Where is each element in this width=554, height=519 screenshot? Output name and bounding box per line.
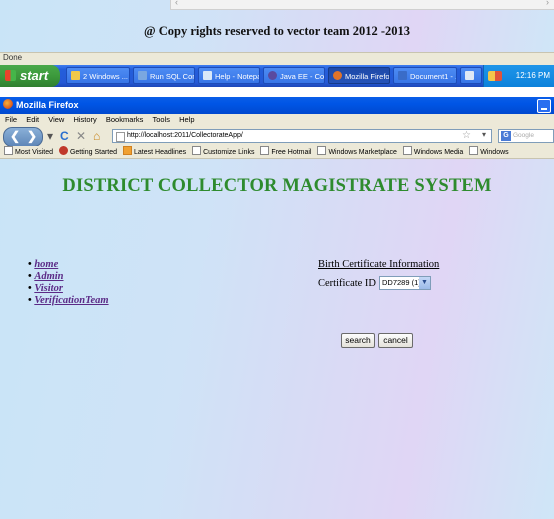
scroll-right-icon[interactable]: ›	[546, 0, 549, 7]
firefox-icon	[3, 99, 13, 109]
certificate-id-value: DD7289 (1)	[382, 278, 421, 287]
rss-icon	[123, 146, 132, 155]
nav-item-visitor: Visitor	[28, 283, 109, 295]
nav-link-admin[interactable]: Admin	[34, 271, 63, 282]
page-icon	[116, 132, 125, 142]
system-tray: 12:16 PM	[483, 65, 554, 87]
back-forward-buttons: ❮ ❯	[3, 127, 43, 147]
bookmark-free-hotmail[interactable]: Free Hotmail	[260, 146, 312, 156]
start-button[interactable]: start	[0, 65, 60, 87]
menu-edit[interactable]: Edit	[26, 115, 39, 124]
start-label: start	[20, 68, 49, 83]
certificate-id-label: Certificate ID :	[318, 278, 382, 289]
reload-icon[interactable]: C	[60, 129, 69, 143]
firefox-icon	[58, 146, 68, 155]
taskbar: start 2 Windows ... Run SQL Com... Help …	[0, 65, 554, 87]
dropdown-icon[interactable]: ▾	[47, 129, 53, 143]
menu-history[interactable]: History	[73, 115, 96, 124]
nav-item-verification-team: VerificationTeam	[28, 295, 108, 307]
navigation-toolbar: ❮ ❯ ▾ C ✕ ⌂ http://localhost:2011/Collec…	[0, 126, 554, 147]
menu-help[interactable]: Help	[179, 115, 194, 124]
taskbar-item-label: Java EE - Coll...	[280, 72, 325, 81]
taskbar-item-label: 2 Windows ...	[83, 72, 129, 81]
taskbar-item-label: Help - Notepad	[215, 72, 259, 81]
page-icon	[469, 146, 479, 155]
taskbar-item-label: Document1 - ...	[410, 72, 457, 81]
taskbar-item-notepad[interactable]: Help - Notepad	[198, 67, 260, 84]
firefox-icon	[333, 71, 342, 80]
bookmark-windows[interactable]: Windows	[469, 146, 509, 156]
taskbar-item-label: Run SQL Com...	[150, 72, 194, 81]
window-icon	[465, 71, 474, 80]
status-bar: Done	[0, 52, 554, 65]
eclipse-icon	[268, 71, 277, 80]
bookmark-icon	[4, 146, 13, 155]
scroll-left-icon[interactable]: ‹	[175, 0, 178, 7]
taskbar-item-firefox[interactable]: Mozilla Firefox	[328, 67, 390, 84]
horizontal-scrollbar[interactable]: ‹ ›	[170, 0, 554, 10]
taskbar-item-sql[interactable]: Run SQL Com...	[133, 67, 195, 84]
tray-icons[interactable]	[488, 71, 502, 81]
back-icon[interactable]: ❮	[10, 128, 20, 145]
nav-link-verification-team[interactable]: VerificationTeam	[34, 295, 108, 306]
url-text: http://localhost:2011/CollectorateApp/	[127, 132, 243, 139]
taskbar-item-document[interactable]: Document1 - ...	[393, 67, 457, 84]
chevron-down-icon[interactable]: ▼	[419, 277, 430, 289]
url-bar[interactable]: http://localhost:2011/CollectorateApp/ ☆…	[112, 129, 492, 143]
bookmark-getting-started[interactable]: Getting Started	[58, 146, 117, 156]
certificate-id-select[interactable]: DD7289 (1) ▼	[379, 276, 431, 290]
previous-page-area: ‹ › @ Copy rights reserved to vector tea…	[0, 0, 554, 52]
sql-icon	[138, 71, 147, 80]
form-heading: Birth Certificate Information	[318, 259, 440, 270]
menu-view[interactable]: View	[48, 115, 64, 124]
search-placeholder: Google	[513, 132, 534, 139]
page-title: DISTRICT COLLECTOR MAGISTRATE SYSTEM	[62, 176, 492, 196]
taskbar-overflow[interactable]	[460, 67, 482, 84]
taskbar-item-windows[interactable]: 2 Windows ...	[66, 67, 130, 84]
menu-bar: File Edit View History Bookmarks Tools H…	[0, 114, 554, 126]
page-icon	[192, 146, 202, 155]
page-icon	[402, 146, 412, 155]
taskbar-item-label: Mozilla Firefox	[345, 72, 390, 81]
window-title: Mozilla Firefox	[16, 100, 79, 110]
windows-logo-icon	[5, 70, 16, 81]
page-icon	[317, 146, 327, 155]
page-content: DISTRICT COLLECTOR MAGISTRATE SYSTEM hom…	[0, 159, 554, 519]
search-box[interactable]: G Google	[498, 129, 554, 143]
nav-item-admin: Admin	[28, 271, 109, 283]
google-icon[interactable]: G	[501, 131, 511, 141]
bookmark-customize-links[interactable]: Customize Links	[192, 146, 254, 156]
bookmark-windows-marketplace[interactable]: Windows Marketplace	[317, 146, 397, 156]
window-title-bar: Mozilla Firefox	[0, 97, 554, 114]
nav-link-visitor[interactable]: Visitor	[34, 283, 63, 294]
side-navigation: home Admin Visitor VerificationTeam	[28, 259, 109, 307]
nav-item-home: home	[28, 259, 109, 271]
copyright-text: @ Copy rights reserved to vector team 20…	[144, 24, 410, 38]
stop-icon[interactable]: ✕	[76, 129, 86, 143]
word-icon	[398, 71, 407, 80]
minimize-button[interactable]	[537, 99, 551, 113]
search-button[interactable]: search	[341, 333, 375, 348]
cancel-button[interactable]: cancel	[378, 333, 413, 348]
url-dropdown-icon[interactable]: ▾	[482, 129, 486, 141]
bookmark-latest-headlines[interactable]: Latest Headlines	[123, 146, 186, 156]
status-text: Done	[3, 53, 23, 62]
clock: 12:16 PM	[515, 71, 550, 80]
menu-file[interactable]: File	[5, 115, 17, 124]
taskbar-item-java-ee[interactable]: Java EE - Coll...	[263, 67, 325, 84]
menu-bookmarks[interactable]: Bookmarks	[106, 115, 144, 124]
folder-icon	[71, 71, 80, 80]
bookmark-most-visited[interactable]: Most Visited	[4, 146, 53, 156]
nav-link-home[interactable]: home	[34, 259, 58, 270]
bookmark-windows-media[interactable]: Windows Media	[402, 146, 463, 156]
home-icon[interactable]: ⌂	[93, 129, 100, 143]
notepad-icon	[203, 71, 212, 80]
bookmark-star-icon[interactable]: ☆	[462, 130, 471, 142]
forward-icon[interactable]: ❯	[27, 128, 37, 145]
page-icon	[260, 146, 270, 155]
menu-tools[interactable]: Tools	[152, 115, 170, 124]
bookmarks-toolbar: Most Visited Getting Started Latest Head…	[0, 146, 554, 159]
